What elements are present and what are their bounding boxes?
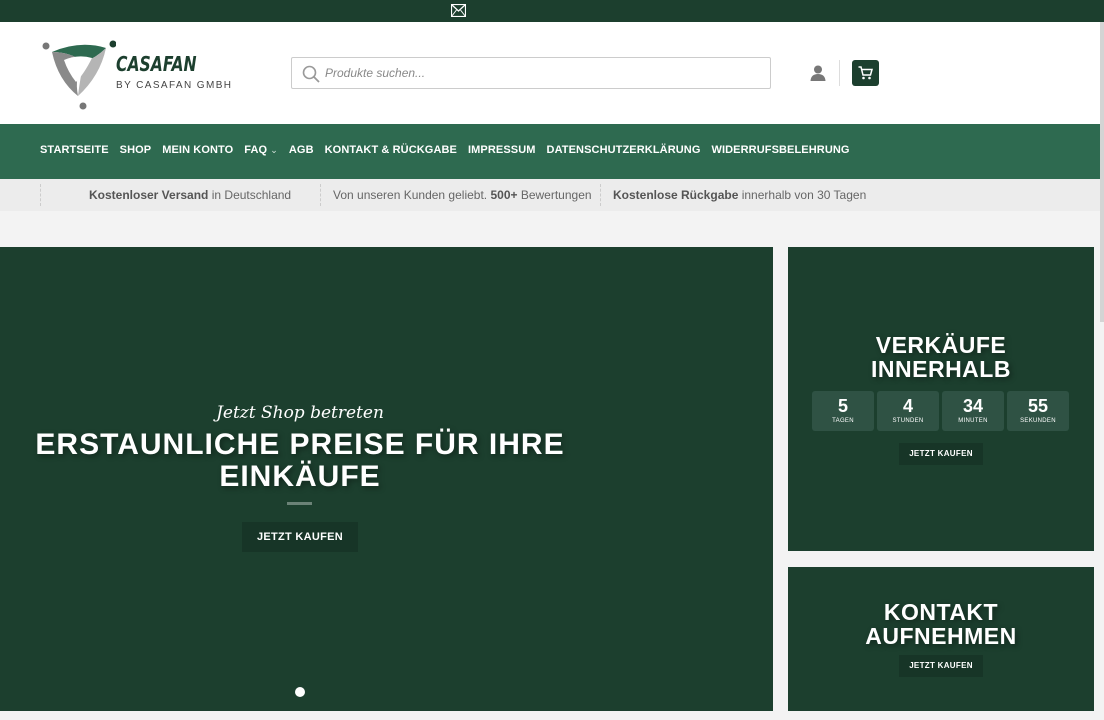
usp-bold: 500+ <box>490 188 518 202</box>
hero-headline: ERSTAUNLICHE PREISE FÜR IHRE EINKÄUFE <box>0 429 600 493</box>
usp-text: in Deutschland <box>208 188 292 202</box>
usp-reviews: Von unseren Kunden geliebt. 500+ Bewertu… <box>333 188 592 202</box>
site-header: CASAFAN BY CASAFAN GMBH <box>0 22 1104 124</box>
usp-separator <box>40 184 41 206</box>
countdown-shop-button[interactable]: JETZT KAUFEN <box>899 443 983 465</box>
usp-free-shipping: Kostenloser Versand in Deutschland <box>89 188 291 202</box>
nav-item-label: IMPRESSUM <box>468 144 536 156</box>
top-bar <box>0 0 1104 22</box>
hero-headline-line: EINKÄUFE <box>219 460 381 493</box>
logo-brand-text: CASAFAN <box>116 52 197 76</box>
page-scrollbar[interactable] <box>1100 22 1104 322</box>
countdown-seconds: 55 SEKUNDEN <box>1007 391 1069 431</box>
card-title: VERKÄUFE INNERHALB <box>788 333 1094 381</box>
cart-icon <box>858 66 873 80</box>
nav-item-mein-konto[interactable]: MEIN KONTO <box>162 144 233 156</box>
countdown-value: 55 <box>1027 396 1049 416</box>
mail-icon[interactable] <box>451 4 466 17</box>
card-title: KONTAKT AUFNEHMEN <box>788 600 1094 648</box>
user-icon[interactable] <box>809 64 827 82</box>
nav-item-label: FAQ <box>244 144 268 156</box>
nav-item-agb[interactable]: AGB <box>289 144 314 156</box>
nav-item-kontakt-rueckgabe[interactable]: KONTAKT & RÜCKGABE <box>325 144 457 156</box>
hero-headline-line: ERSTAUNLICHE PREISE FÜR IHRE <box>35 428 565 461</box>
nav-item-label: KONTAKT & RÜCKGABE <box>324 144 457 156</box>
header-divider <box>839 60 840 86</box>
card-title-line: VERKÄUFE <box>875 332 1007 358</box>
contact-card: KONTAKT AUFNEHMEN JETZT KAUFEN <box>788 567 1094 711</box>
nav-item-impressum[interactable]: IMPRESSUM <box>468 144 536 156</box>
hero-divider <box>287 502 312 505</box>
site-logo[interactable]: CASAFAN BY CASAFAN GMBH <box>40 38 240 110</box>
countdown-label: TAGEN <box>832 418 854 424</box>
cart-button[interactable] <box>852 60 879 86</box>
card-title-line: KONTAKT <box>883 599 999 625</box>
usp-text: Von unseren Kunden geliebt. <box>333 188 491 202</box>
usp-bar: Kostenloser Versand in Deutschland Von u… <box>0 179 1104 211</box>
nav-item-startseite[interactable]: STARTSEITE <box>40 144 109 156</box>
usp-text: innerhalb von 30 Tagen <box>738 188 867 202</box>
chevron-down-icon: ⌄ <box>270 145 278 155</box>
countdown-timer: 5 TAGEN 4 STUNDEN 34 MINUTEN 55 SEKUNDEN <box>812 391 1072 431</box>
nav-item-label: MEIN KONTO <box>162 144 234 156</box>
countdown-days: 5 TAGEN <box>812 391 874 431</box>
nav-item-label: DATENSCHUTZERKLÄRUNG <box>546 144 701 156</box>
logo-subtitle: BY CASAFAN GMBH <box>116 80 233 91</box>
nav-item-label: STARTSEITE <box>40 144 109 156</box>
main-navigation: STARTSEITE SHOP MEIN KONTO FAQ ⌄ AGB KONT… <box>0 124 1104 179</box>
countdown-minutes: 34 MINUTEN <box>942 391 1004 431</box>
countdown-value: 34 <box>962 396 984 416</box>
usp-bold: Kostenlose Rückgabe <box>613 188 739 202</box>
search-icon[interactable] <box>302 65 320 83</box>
usp-bold: Kostenloser Versand <box>89 188 209 202</box>
countdown-label: STUNDEN <box>892 418 924 424</box>
hero-shop-button[interactable]: JETZT KAUFEN <box>242 522 358 552</box>
nav-item-shop[interactable]: SHOP <box>120 144 152 156</box>
countdown-label: MINUTEN <box>958 418 988 424</box>
nav-item-label: WIDERRUFSBELEHRUNG <box>711 144 850 156</box>
nav-item-widerrufsbelehrung[interactable]: WIDERRUFSBELEHRUNG <box>712 144 850 156</box>
usp-free-returns: Kostenlose Rückgabe innerhalb von 30 Tag… <box>613 188 866 202</box>
search-input[interactable] <box>325 61 755 85</box>
nav-item-faq[interactable]: FAQ ⌄ <box>244 144 278 156</box>
logo-emblem-icon <box>42 40 116 110</box>
usp-separator <box>320 184 321 206</box>
slider-dot[interactable] <box>295 687 305 697</box>
hero-banner: Jetzt Shop betreten ERSTAUNLICHE PREISE … <box>0 247 773 711</box>
nav-item-label: AGB <box>288 144 314 156</box>
card-title-line: INNERHALB <box>871 356 1011 382</box>
countdown-value: 4 <box>902 396 913 416</box>
countdown-label: SEKUNDEN <box>1020 418 1056 424</box>
usp-separator <box>600 184 601 206</box>
countdown-hours: 4 STUNDEN <box>877 391 939 431</box>
hero-script-text: Jetzt Shop betreten <box>216 403 384 423</box>
nav-item-label: SHOP <box>119 144 152 156</box>
countdown-value: 5 <box>837 396 848 416</box>
card-title-line: AUFNEHMEN <box>865 623 1017 649</box>
search-box <box>291 57 771 89</box>
nav-item-datenschutz[interactable]: DATENSCHUTZERKLÄRUNG <box>547 144 701 156</box>
usp-text: Bewertungen <box>517 188 592 202</box>
contact-shop-button[interactable]: JETZT KAUFEN <box>899 655 983 677</box>
sale-countdown-card: VERKÄUFE INNERHALB 5 TAGEN 4 STUNDEN 34 … <box>788 247 1094 551</box>
